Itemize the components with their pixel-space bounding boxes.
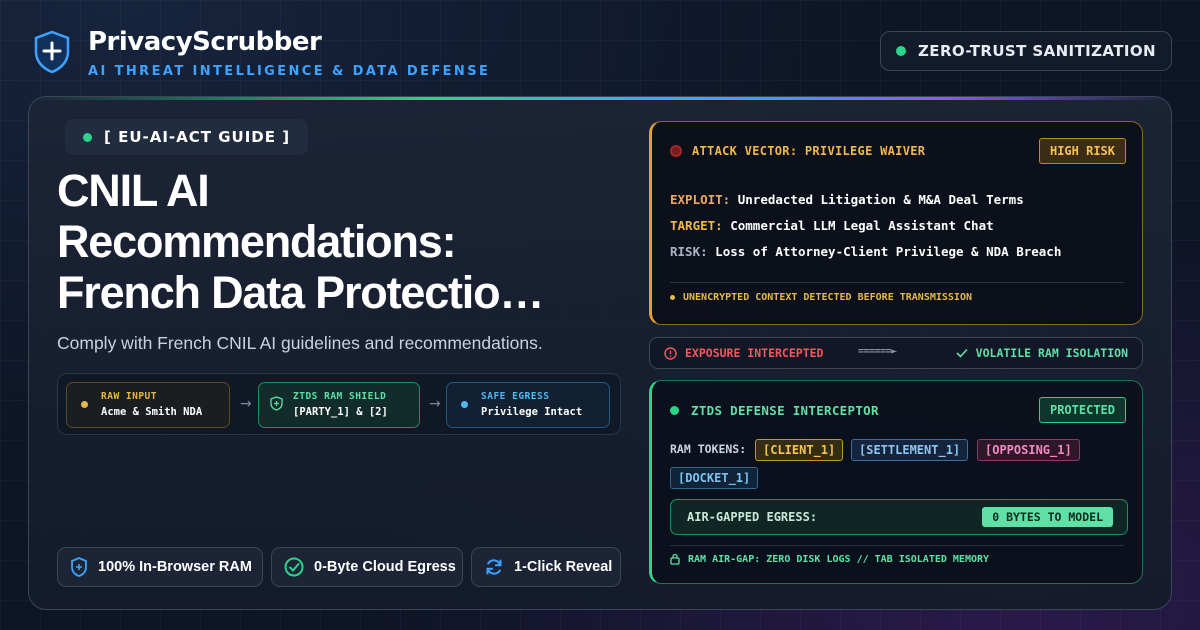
flow-step-safe-egress: SAFE EGRESS Privilege Intact	[446, 382, 610, 428]
feature-one-click-reveal: 1-Click Reveal	[471, 547, 621, 587]
defense-footer-label: RAM AIR-GAP: ZERO DISK LOGS // TAB ISOLA…	[688, 553, 990, 565]
attack-footer: UNENCRYPTED CONTEXT DETECTED BEFORE TRAN…	[670, 292, 972, 303]
defense-title-label: ZTDS DEFENSE INTERCEPTOR	[691, 403, 879, 418]
title-line: French Data Protectio…	[57, 267, 544, 318]
ram-token: [DOCKET_1]	[670, 467, 759, 489]
alert-circle-icon	[664, 346, 677, 360]
divider	[670, 545, 1124, 546]
shield-plus-icon	[270, 396, 283, 411]
guide-badge: [ EU-AI-ACT GUIDE ]	[65, 119, 309, 155]
attack-line-value: Commercial LLM Legal Assistant Chat	[730, 218, 994, 233]
shield-plus-icon	[34, 30, 70, 74]
flow-step-value: [PARTY_1] & [2]	[293, 406, 388, 418]
attack-footer-label: UNENCRYPTED CONTEXT DETECTED BEFORE TRAN…	[683, 292, 972, 303]
check-icon	[956, 348, 968, 358]
attack-line-key: TARGET:	[670, 218, 723, 233]
brand-name: PrivacyScrubber	[88, 27, 322, 57]
status-dot-icon	[896, 46, 907, 56]
brand-tagline: AI THREAT INTELLIGENCE & DATA DEFENSE	[88, 64, 491, 79]
egress-label: AIR-GAPPED EGRESS:	[687, 510, 818, 524]
divider	[670, 282, 1124, 283]
lock-icon	[670, 553, 680, 565]
flow-step-value: Privilege Intact	[481, 406, 583, 418]
feature-label: 100% In-Browser RAM	[98, 559, 252, 575]
flow-arrow-icon: ======►	[858, 346, 897, 357]
egress-value: 0 BYTES TO MODEL	[982, 507, 1113, 527]
exposure-label: EXPOSURE INTERCEPTED	[685, 346, 824, 360]
exposure-status: EXPOSURE INTERCEPTED	[664, 346, 823, 360]
attack-target-line: TARGET: Commercial LLM Legal Assistant C…	[670, 218, 994, 233]
risk-badge: HIGH RISK	[1038, 138, 1126, 164]
check-circle-icon	[284, 557, 304, 577]
alert-dot-icon	[670, 145, 682, 157]
amber-dot-icon	[670, 295, 675, 300]
protected-badge: PROTECTED	[1038, 397, 1126, 423]
amber-dot-icon	[81, 401, 88, 408]
flow-step-ram-shield: ZTDS RAM SHIELD [PARTY_1] & [2]	[258, 382, 420, 428]
feature-in-browser-ram: 100% In-Browser RAM	[57, 547, 263, 587]
attack-line-value: Loss of Attorney-Client Privilege & NDA …	[715, 244, 1062, 259]
shield-plus-icon	[71, 557, 87, 577]
defense-title: ZTDS DEFENSE INTERCEPTOR	[670, 403, 879, 418]
ram-isolation-status: VOLATILE RAM ISOLATION	[956, 346, 1128, 360]
card-accent-line	[29, 97, 1171, 100]
air-gapped-egress-row: AIR-GAPPED EGRESS: 0 BYTES TO MODEL	[670, 499, 1128, 535]
page-title: CNIL AI Recommendations: French Data Pro…	[57, 165, 617, 318]
page-subtitle: Comply with French CNIL AI guidelines an…	[57, 333, 543, 353]
attack-line-value: Unredacted Litigation & M&A Deal Terms	[737, 192, 1024, 207]
defense-footer: RAM AIR-GAP: ZERO DISK LOGS // TAB ISOLA…	[670, 553, 989, 565]
attack-title-label: ATTACK VECTOR: PRIVILEGE WAIVER	[692, 144, 926, 158]
arrow-right-icon: →	[240, 396, 252, 412]
attack-vector-panel: ATTACK VECTOR: PRIVILEGE WAIVER HIGH RIS…	[649, 121, 1143, 325]
feature-label: 1-Click Reveal	[514, 559, 613, 575]
title-line: Recommendations:	[57, 216, 457, 267]
defense-interceptor-panel: ZTDS DEFENSE INTERCEPTOR PROTECTED RAM T…	[649, 380, 1143, 584]
ram-token: [OPPOSING_1]	[977, 439, 1080, 461]
ram-token: [CLIENT_1]	[755, 439, 844, 461]
refresh-icon	[486, 559, 502, 575]
feature-label: 0-Byte Cloud Egress	[314, 559, 456, 575]
blue-dot-icon	[461, 401, 468, 408]
flow-step-label: SAFE EGRESS	[481, 391, 550, 402]
attack-title: ATTACK VECTOR: PRIVILEGE WAIVER	[670, 144, 925, 158]
zero-trust-badge: ZERO-TRUST SANITIZATION	[880, 31, 1172, 71]
flow-step-label: RAW INPUT	[101, 391, 157, 402]
tokens-label: RAM TOKENS:	[670, 442, 747, 456]
guide-label: [ EU-AI-ACT GUIDE ]	[104, 128, 291, 146]
main-card: [ EU-AI-ACT GUIDE ] CNIL AI Recommendati…	[28, 96, 1172, 610]
flow-step-label: ZTDS RAM SHIELD	[293, 391, 387, 402]
zero-trust-label: ZERO-TRUST SANITIZATION	[918, 42, 1156, 60]
feature-cloud-egress: 0-Byte Cloud Egress	[271, 547, 463, 587]
ram-isolation-label: VOLATILE RAM ISOLATION	[975, 346, 1128, 360]
interception-status-bar: EXPOSURE INTERCEPTED ======► VOLATILE RA…	[649, 337, 1143, 369]
attack-risk-line: RISK: Loss of Attorney-Client Privilege …	[670, 244, 1061, 259]
flow-step-value: Acme & Smith NDA	[101, 406, 203, 418]
brand-header: PrivacyScrubber AI THREAT INTELLIGENCE &…	[32, 26, 490, 79]
data-flow-diagram: RAW INPUT Acme & Smith NDA → ZTDS RAM SH…	[57, 373, 621, 435]
status-dot-icon	[670, 406, 679, 415]
attack-line-key: EXPLOIT:	[670, 192, 731, 207]
ram-token: [SETTLEMENT_1]	[851, 439, 969, 461]
arrow-right-icon: →	[429, 396, 441, 412]
status-dot-icon	[83, 132, 92, 142]
flow-step-raw-input: RAW INPUT Acme & Smith NDA	[66, 382, 230, 428]
title-line: CNIL AI	[57, 165, 210, 216]
attack-exploit-line: EXPLOIT: Unredacted Litigation & M&A Dea…	[670, 192, 1024, 207]
attack-line-key: RISK:	[670, 244, 708, 259]
